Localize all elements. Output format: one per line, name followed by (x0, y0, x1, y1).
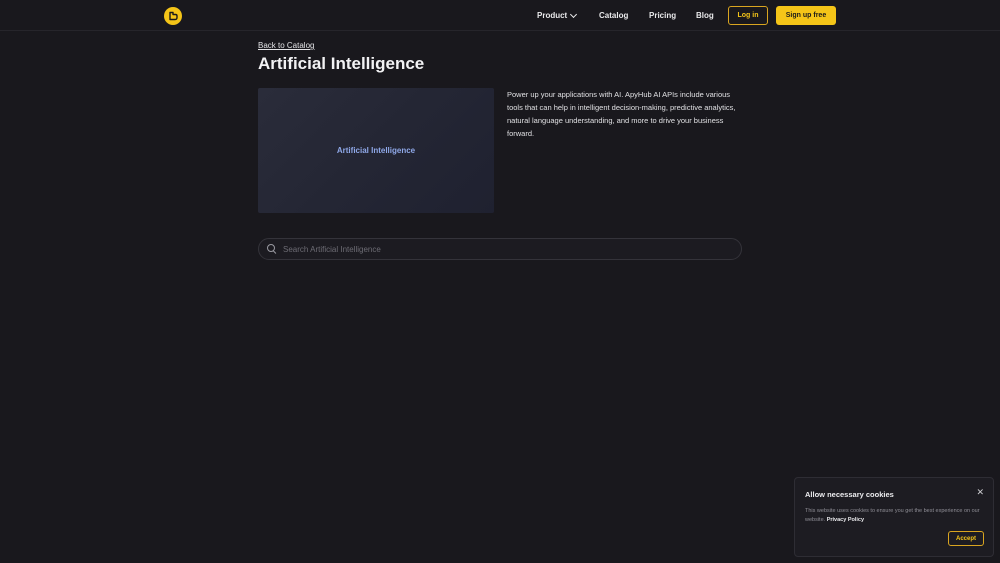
category-description: Power up your applications with AI. ApyH… (507, 90, 736, 138)
login-button[interactable]: Log in (728, 6, 768, 25)
signup-button[interactable]: Sign up free (776, 6, 836, 25)
search-input[interactable] (283, 244, 741, 254)
nav-pricing[interactable]: Pricing (649, 11, 676, 20)
top-navbar: Product Catalog Pricing Blog Log in Sign… (0, 0, 1000, 31)
hero-label: Artificial Intelligence (336, 146, 416, 155)
close-icon[interactable]: ✕ (976, 487, 984, 498)
nav-catalog[interactable]: Catalog (599, 11, 628, 20)
cookie-banner: Allow necessary cookies ✕ This website u… (794, 477, 994, 557)
privacy-policy-link[interactable]: Privacy Policy (827, 517, 864, 523)
nav-blog[interactable]: Blog (696, 11, 714, 20)
nav-product-label: Product (537, 11, 568, 20)
search-box (258, 238, 742, 260)
accept-cookies-button[interactable]: Accept (948, 531, 984, 546)
back-to-catalog-link[interactable]: Back to Catalog (258, 41, 314, 50)
chevron-down-icon (570, 10, 578, 18)
page-title: Artificial Intelligence (258, 54, 425, 73)
cookie-title: Allow necessary cookies (805, 490, 894, 499)
search-icon (267, 244, 277, 254)
nav-product[interactable]: Product (537, 10, 578, 20)
category-hero-image: Artificial Intelligence (258, 88, 494, 213)
apyhub-logo-icon[interactable] (164, 7, 182, 25)
cookie-text: This website uses cookies to ensure you … (805, 507, 987, 525)
